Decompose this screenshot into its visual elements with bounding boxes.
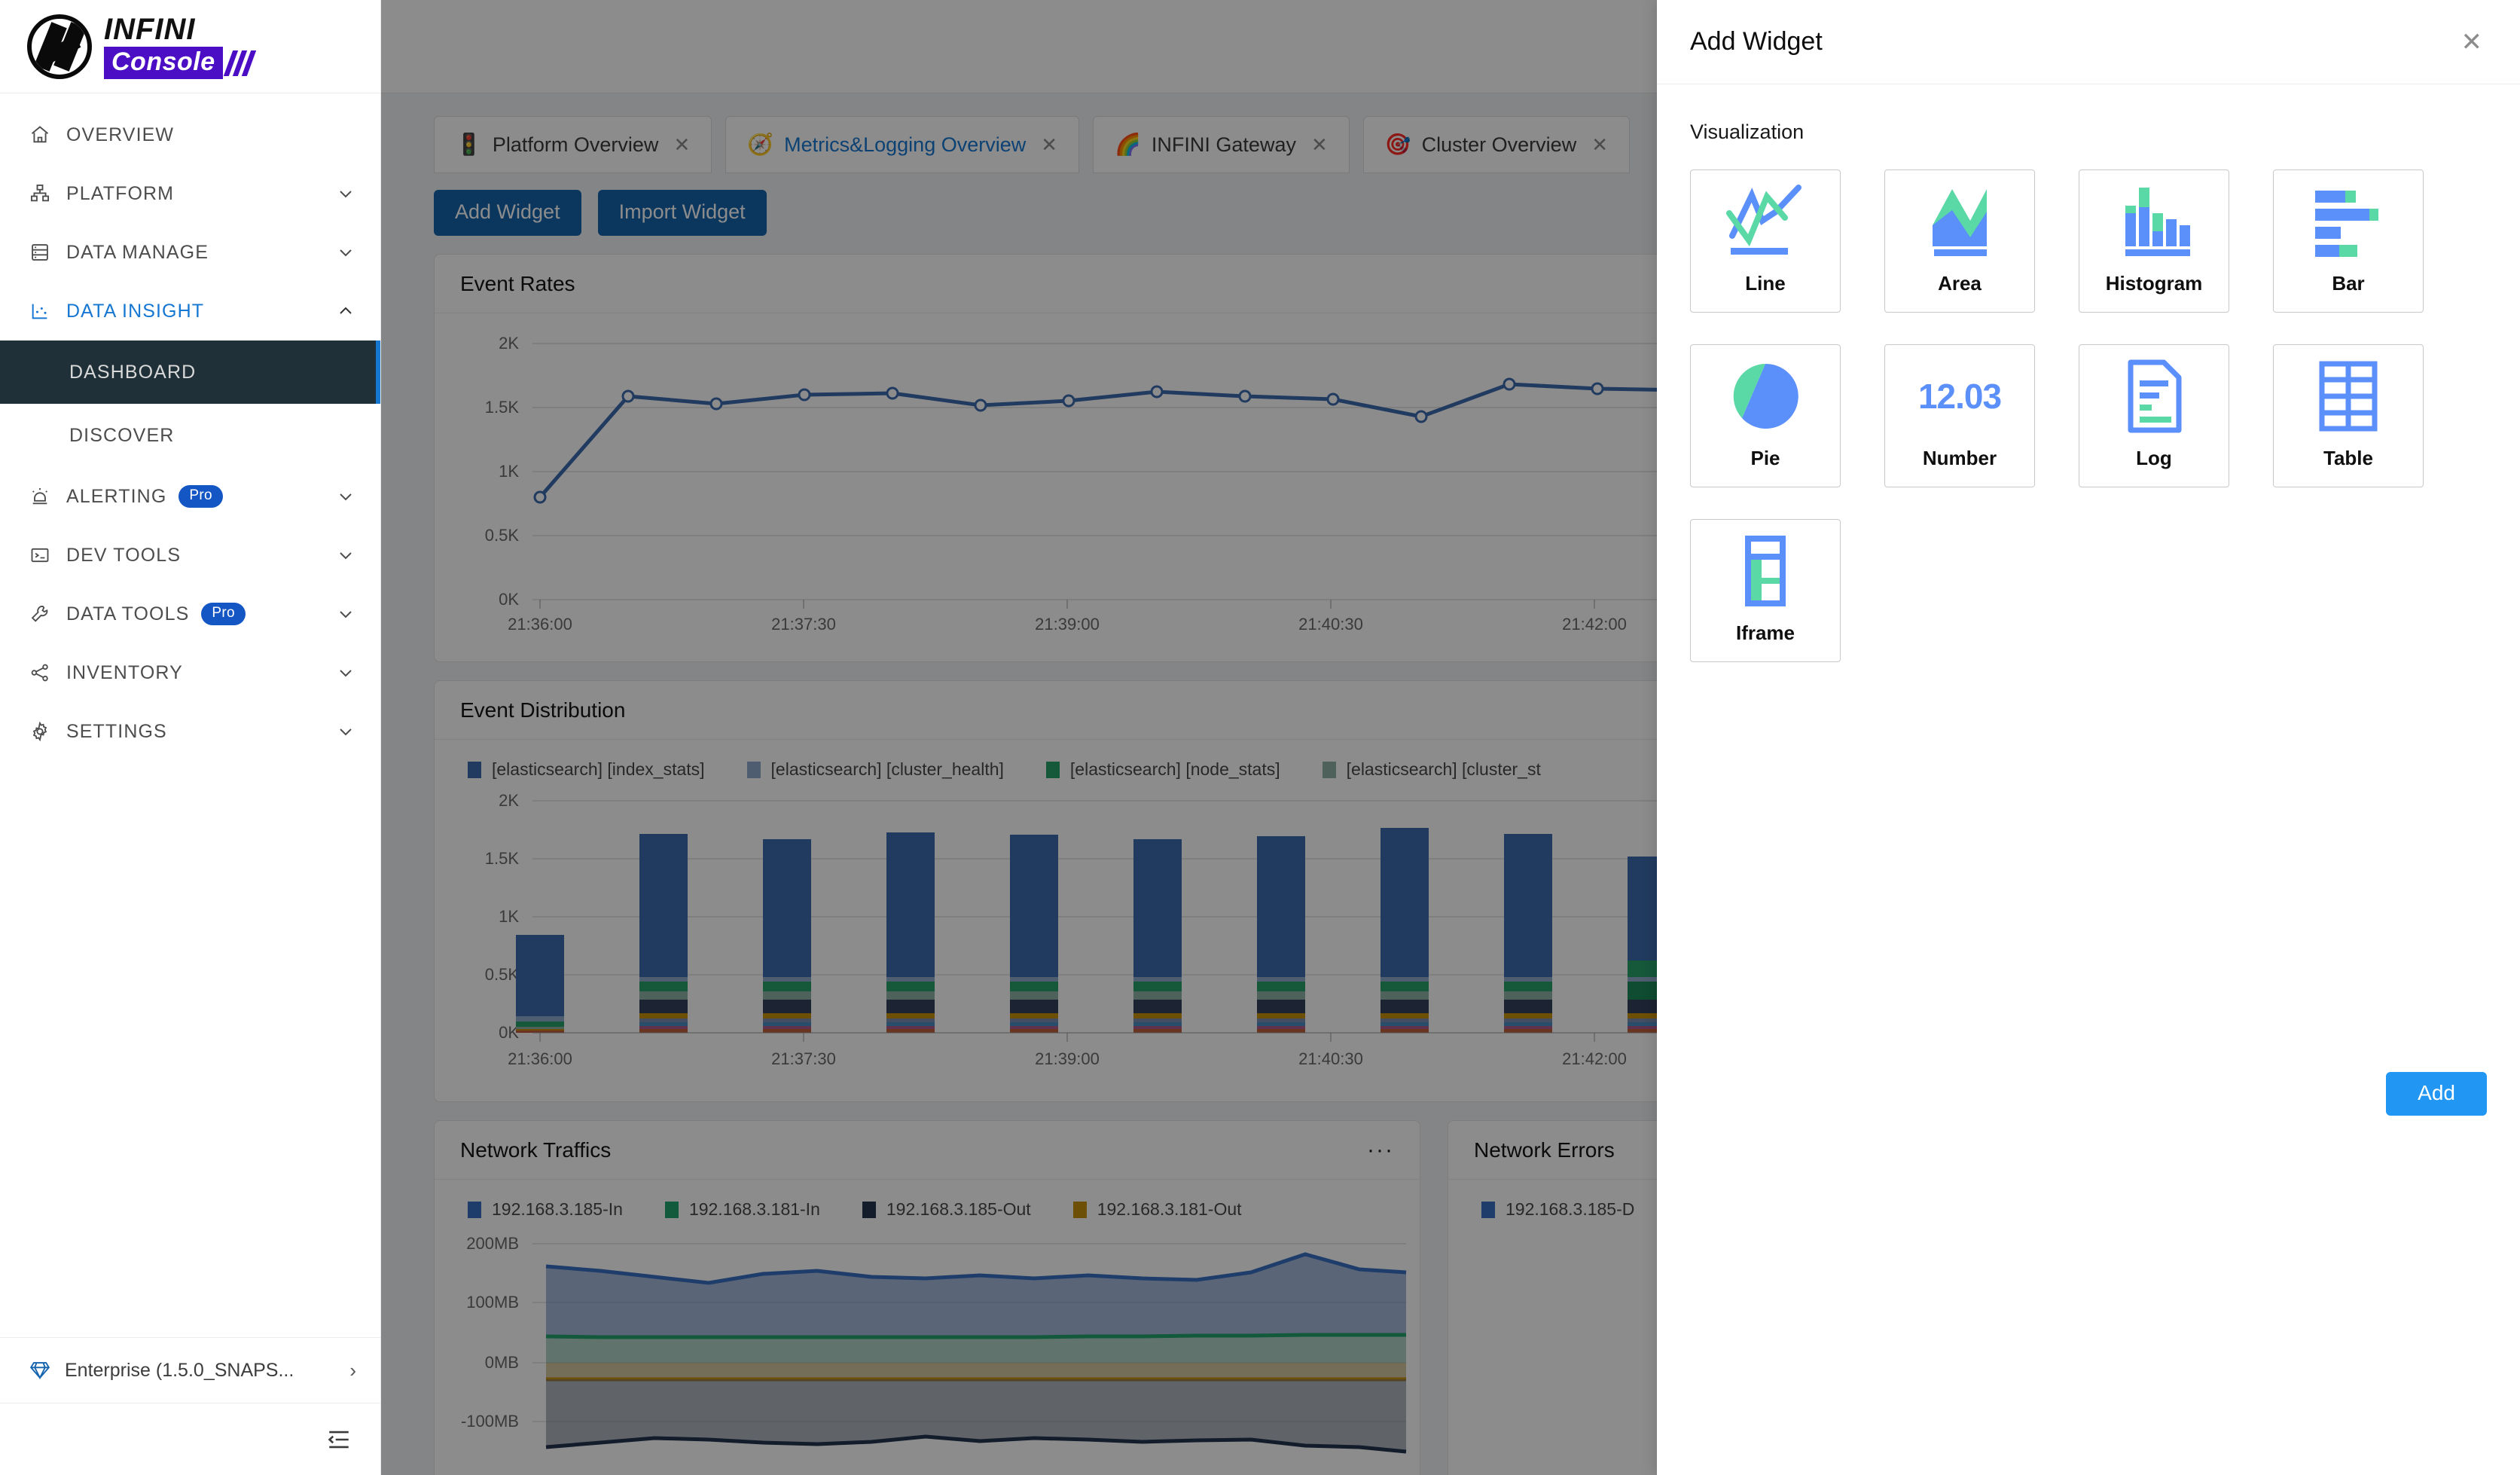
viz-option-label: Bar	[2332, 272, 2365, 295]
viz-option-iframe[interactable]: Iframe	[1690, 519, 1841, 662]
chevron-down-icon[interactable]	[337, 546, 355, 564]
viz-option-label: Histogram	[2105, 272, 2203, 295]
viz-option-area[interactable]: Area	[1884, 169, 2035, 313]
sidebar-collapse-row	[0, 1403, 380, 1475]
viz-option-label: Line	[1745, 272, 1786, 295]
sidebar-item-platform[interactable]: PLATFORM	[0, 164, 380, 223]
viz-option-label: Area	[1938, 272, 1982, 295]
viz-option-log[interactable]: Log	[2079, 344, 2229, 487]
app-logo[interactable]: INFINI Console	[0, 0, 380, 93]
insight-icon	[29, 300, 51, 322]
sidebar: INFINI Console OVERVIEW PLATFORM DATA MA…	[0, 0, 381, 1475]
sidebar-item-data-insight[interactable]: DATA INSIGHT	[0, 282, 380, 341]
logo-slashes-icon	[223, 50, 256, 76]
share-icon	[29, 661, 51, 684]
visualization-section-label: Visualization	[1690, 121, 1805, 143]
area-chart-icon	[1885, 170, 2034, 272]
sidebar-item-data-manage[interactable]: DATA MANAGE	[0, 223, 380, 282]
pro-badge: Pro	[201, 603, 246, 625]
viz-option-line[interactable]: Line	[1690, 169, 1841, 313]
chevron-down-icon[interactable]	[337, 664, 355, 682]
alert-icon	[29, 485, 51, 508]
sidebar-item-label: ALERTING	[66, 485, 167, 507]
close-icon[interactable]: ✕	[2454, 25, 2491, 60]
sidebar-subitem-label: DASHBOARD	[69, 361, 197, 383]
sidebar-item-alerting[interactable]: ALERTING Pro	[0, 467, 380, 526]
add-button[interactable]: Add	[2386, 1071, 2487, 1116]
line-chart-icon	[1691, 170, 1840, 272]
sidebar-item-label: INVENTORY	[66, 661, 183, 683]
visualization-options-grid: Line Area Histogram Bar Pie 12.03 Number…	[1690, 169, 2487, 694]
drawer-body: Visualization Line Area Histogram Bar Pi…	[1657, 84, 2520, 1054]
viz-option-bar[interactable]: Bar	[2273, 169, 2424, 313]
drawer-header: Add Widget ✕	[1657, 0, 2520, 84]
database-icon	[29, 241, 51, 264]
sidebar-item-label: DATA MANAGE	[66, 241, 209, 263]
viz-option-label: Log	[2136, 447, 2172, 469]
viz-option-number[interactable]: 12.03 Number	[1884, 344, 2035, 487]
sidebar-item-label: OVERVIEW	[66, 124, 175, 145]
viz-option-label: Number	[1922, 447, 1997, 469]
logo-infini-text: INFINI	[104, 13, 196, 46]
drawer-title: Add Widget	[1690, 27, 1823, 56]
number-metric-icon: 12.03	[1885, 345, 2034, 447]
viz-option-label: Pie	[1750, 447, 1780, 469]
table-grid-icon	[2274, 345, 2423, 447]
histogram-chart-icon	[2079, 170, 2229, 272]
license-label: Enterprise (1.5.0_SNAPS...	[65, 1359, 294, 1381]
gear-icon	[29, 720, 51, 743]
platform-icon	[29, 182, 51, 205]
sidebar-item-overview[interactable]: OVERVIEW	[0, 105, 380, 164]
sidebar-item-discover[interactable]: DISCOVER	[0, 404, 380, 467]
sidebar-item-inventory[interactable]: INVENTORY	[0, 643, 380, 702]
sidebar-item-settings[interactable]: SETTINGS	[0, 702, 380, 761]
sidebar-item-dev-tools[interactable]: DEV TOOLS	[0, 526, 380, 585]
log-document-icon	[2079, 345, 2229, 447]
terminal-icon	[29, 544, 51, 566]
iframe-layout-icon	[1691, 520, 1840, 621]
infini-logo-mark	[27, 14, 92, 79]
drawer-footer: Add	[1657, 1054, 2520, 1116]
chevron-down-icon[interactable]	[337, 243, 355, 261]
sidebar-item-label: SETTINGS	[66, 720, 167, 742]
viz-option-label: Iframe	[1735, 621, 1795, 644]
pie-chart-icon	[1691, 345, 1840, 447]
diamond-icon	[29, 1359, 51, 1382]
wrench-icon	[29, 603, 51, 625]
logo-console-text: Console	[104, 47, 223, 79]
chevron-right-icon: ›	[349, 1358, 356, 1382]
collapse-sidebar-icon[interactable]	[326, 1427, 352, 1452]
sidebar-nav: OVERVIEW PLATFORM DATA MANAGE DATA INSIG…	[0, 93, 380, 1337]
bar-chart-icon	[2274, 170, 2423, 272]
viz-option-label: Table	[2323, 447, 2373, 469]
chevron-down-icon[interactable]	[337, 487, 355, 505]
sidebar-item-label: DEV TOOLS	[66, 544, 182, 566]
chevron-down-icon[interactable]	[337, 722, 355, 741]
pro-badge: Pro	[178, 485, 223, 508]
number-sample-value: 12.03	[1917, 376, 2002, 416]
license-info[interactable]: Enterprise (1.5.0_SNAPS... ›	[0, 1338, 380, 1403]
sidebar-subitem-label: DISCOVER	[69, 424, 175, 446]
chevron-down-icon[interactable]	[337, 605, 355, 623]
add-widget-drawer: Add Widget ✕ Visualization Line Area His…	[1657, 0, 2520, 1475]
home-icon	[29, 124, 51, 146]
chevron-up-icon[interactable]	[337, 302, 355, 320]
viz-option-pie[interactable]: Pie	[1690, 344, 1841, 487]
sidebar-item-label: DATA INSIGHT	[66, 300, 205, 322]
sidebar-item-dashboard[interactable]: DASHBOARD	[0, 341, 380, 404]
viz-option-histogram[interactable]: Histogram	[2079, 169, 2229, 313]
sidebar-item-label: PLATFORM	[66, 182, 175, 204]
viz-option-table[interactable]: Table	[2273, 344, 2424, 487]
sidebar-item-data-tools[interactable]: DATA TOOLS Pro	[0, 585, 380, 643]
sidebar-footer: Enterprise (1.5.0_SNAPS... ›	[0, 1337, 380, 1475]
chevron-down-icon[interactable]	[337, 185, 355, 203]
sidebar-item-label: DATA TOOLS	[66, 603, 190, 625]
